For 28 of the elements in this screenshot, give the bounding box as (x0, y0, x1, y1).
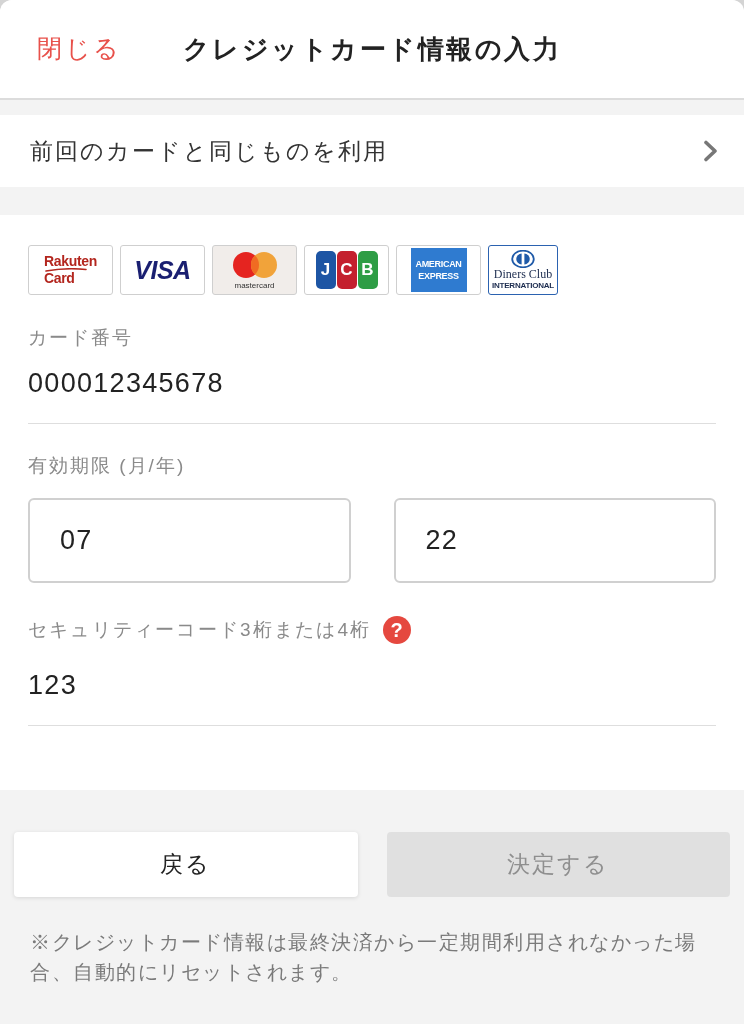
field-label: 有効期限 (月/年) (28, 454, 187, 478)
security-code-field[interactable]: 123 (28, 645, 716, 726)
logo-wordmark: Card (43, 272, 75, 285)
back-button[interactable]: 戻る (14, 832, 358, 897)
chevron-right-icon (703, 140, 718, 162)
logo-panel: J (315, 251, 336, 289)
logo-wordmark: mastercard (234, 280, 275, 290)
field-label: セキュリティーコード3桁または4桁 (28, 618, 372, 642)
help-icon[interactable]: ? (382, 616, 411, 644)
swoosh-icon (43, 268, 88, 272)
month-field[interactable]: 07 (28, 498, 351, 583)
logo-wordmark: INTERNATIONAL (491, 281, 555, 290)
field-label: カード番号 (28, 326, 134, 350)
logo-wordmark: Diners Club (493, 268, 553, 281)
notice-text: ※クレジットカード情報は最終決済から一定期間利用されなかった場合、自動的にリセットされます。 (29, 930, 698, 985)
logo-wordmark: AMERICAN (415, 259, 462, 269)
logo-wordmark: EXPRESS (418, 271, 459, 281)
logo-panel: C (336, 251, 357, 289)
overlapping-circles-icon (231, 250, 278, 279)
logo-wordmark: VISA (134, 257, 191, 283)
ring-icon (511, 250, 535, 268)
year-field[interactable]: 22 (393, 498, 716, 583)
close-link[interactable]: 閉じる (37, 30, 122, 68)
logo-wordmark: Rakuten (43, 255, 98, 268)
logo-panel: B (357, 251, 378, 289)
previous-card-row[interactable]: 前回のカードと同じものを利用 (0, 115, 744, 187)
page-title: クレジットカード情報の入力 (182, 32, 562, 66)
card-number-field[interactable]: 000012345678 (28, 350, 716, 424)
